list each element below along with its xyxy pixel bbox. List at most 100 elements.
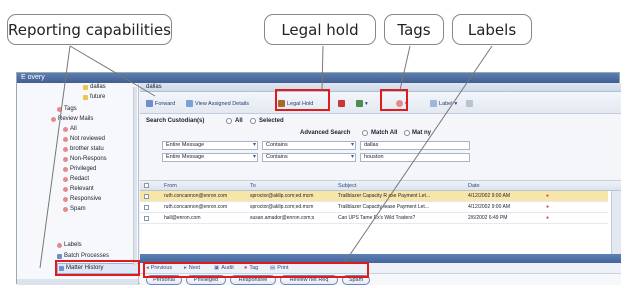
table-row[interactable]: hall@enron.com susan.amador@enron.com;s … xyxy=(140,213,608,224)
view-assigned-details-button[interactable]: View Assigned Details xyxy=(186,99,249,108)
flag-icon xyxy=(338,100,345,107)
tree-item-tags[interactable]: Tags xyxy=(57,105,77,113)
column-subject[interactable]: Subject xyxy=(338,183,356,189)
label-icon xyxy=(430,100,437,107)
table-row[interactable]: ruth.concannon@enron.com sproctor@akllp.… xyxy=(140,202,608,213)
flag-button[interactable] xyxy=(338,99,345,108)
app-title: E overy xyxy=(21,74,45,81)
tag-icon xyxy=(63,176,68,182)
tree-item-relevant[interactable]: Relevant xyxy=(63,185,94,193)
cell-to: sproctor@akllp.com;ed.mcm xyxy=(250,193,314,199)
tree-item-non-respons[interactable]: Non-Respons xyxy=(63,155,107,163)
cell-to: susan.amador@enron.com;s xyxy=(250,215,315,221)
cell-from: ruth.concannon@enron.com xyxy=(164,204,228,210)
match-all-radio[interactable] xyxy=(362,130,368,136)
tree-item-redact[interactable]: Redact xyxy=(63,175,89,183)
batch-icon xyxy=(57,253,62,259)
callout-legal-hold: Legal hold xyxy=(264,14,376,45)
export-button[interactable]: ▾ xyxy=(356,99,368,108)
tag-icon xyxy=(63,126,68,132)
highlight-labels xyxy=(143,262,369,278)
folder-icon xyxy=(83,94,88,100)
column-date[interactable]: Date xyxy=(468,183,480,189)
callout-labels: Labels xyxy=(452,14,532,45)
folder-icon xyxy=(83,84,88,90)
tag-icon xyxy=(63,206,68,212)
tree-item-privileged[interactable]: Privileged xyxy=(63,165,96,173)
print-icon-button[interactable] xyxy=(466,99,473,108)
tag-icon xyxy=(57,242,62,248)
tag-icon xyxy=(63,136,68,142)
label-menu-button[interactable]: Label ▾ xyxy=(430,99,457,108)
highlight-matter-history xyxy=(55,260,140,276)
grid-header: From To Subject Date xyxy=(140,181,621,191)
callout-reporting-capabilities: Reporting capabilities xyxy=(7,14,172,45)
tree-horizontal-scrollbar[interactable] xyxy=(17,279,138,285)
row-checkbox[interactable] xyxy=(144,205,149,210)
field-select-2[interactable]: Entire Message xyxy=(162,153,258,162)
match-all-label: Match All xyxy=(371,130,398,136)
all-label: All xyxy=(235,118,243,124)
value-input-2[interactable]: houston xyxy=(360,153,470,162)
tag-icon xyxy=(63,156,68,162)
grid-scrollbar[interactable] xyxy=(611,191,621,254)
select-all-checkbox[interactable] xyxy=(144,183,149,188)
table-row[interactable]: ruth.concannon@enron.com sproctor@akllp.… xyxy=(140,191,608,202)
cell-from: hall@enron.com xyxy=(164,215,201,221)
tag-icon xyxy=(63,186,68,192)
highlight-tags xyxy=(380,89,408,111)
forward-icon xyxy=(146,100,153,107)
tree-item-batch-processes[interactable]: Batch Processes xyxy=(57,252,109,260)
export-icon xyxy=(356,100,363,107)
cell-subject: Can UPS Tame Ex's Wild Traders? xyxy=(338,215,416,221)
message-grid: From To Subject Date ruth.concannon@enro… xyxy=(140,181,621,254)
people-icon xyxy=(186,100,193,107)
match-any-radio[interactable] xyxy=(404,130,410,136)
tree-item-spam[interactable]: Spam xyxy=(63,205,86,213)
selected-label: Selected xyxy=(259,118,284,124)
cell-to: sproctor@akllp.com;ed.mcm xyxy=(250,204,314,210)
title-bar: E overy xyxy=(17,73,619,83)
tag-icon xyxy=(57,106,62,112)
cell-date: 2/6/2002 6:49 PM xyxy=(468,215,508,221)
search-custodians-label: Search Custodian(s) xyxy=(146,118,205,124)
tree-item-responsive[interactable]: Responsive xyxy=(63,195,101,203)
selected-radio[interactable] xyxy=(250,118,256,124)
tag-icon xyxy=(63,166,68,172)
callout-tags: Tags xyxy=(384,14,444,45)
main-pane: dallas Forward View Assigned Details Leg… xyxy=(140,83,621,285)
match-any-label: Mat ny xyxy=(412,130,432,136)
tag-icon xyxy=(51,116,56,122)
row-checkbox[interactable] xyxy=(144,216,149,221)
tree-item-labels[interactable]: Labels xyxy=(57,241,82,249)
advanced-search-label: Advanced Search xyxy=(300,130,351,136)
printer-icon xyxy=(466,100,473,107)
tree-item-brother-statu[interactable]: brother statu xyxy=(63,145,104,153)
field-select-1[interactable]: Entire Message xyxy=(162,141,258,150)
column-to[interactable]: To xyxy=(250,183,256,189)
annotated-screenshot: Reporting capabilities Legal hold Tags L… xyxy=(0,0,630,288)
operator-select-1[interactable]: Contains xyxy=(262,141,356,150)
cell-date: 4/12/2002 9:00 AM xyxy=(468,204,510,210)
search-panel: Search Custodian(s) All Selected Advance… xyxy=(140,114,621,181)
tree-item-not-reviewed[interactable]: Not reviewed xyxy=(63,135,105,143)
cell-subject: Trailblazer Capacity R ase Payment Let..… xyxy=(338,193,431,199)
cell-from: ruth.concannon@enron.com xyxy=(164,193,228,199)
cell-date: 4/12/2002 9:00 AM xyxy=(468,193,510,199)
tree-item-future[interactable]: future xyxy=(83,93,105,101)
tree-scrollbar[interactable] xyxy=(133,87,137,265)
navigation-tree: dallas future Tags Review Mails All Not … xyxy=(17,83,139,285)
tag-icon: ● xyxy=(546,215,550,221)
tree-item-dallas[interactable]: dallas xyxy=(83,83,106,91)
forward-button[interactable]: Forward xyxy=(146,99,175,108)
tag-icon xyxy=(63,196,68,202)
tag-icon: ● xyxy=(546,193,550,199)
tag-icon xyxy=(63,146,68,152)
tree-item-all[interactable]: All xyxy=(63,125,77,133)
value-input-1[interactable]: dallas xyxy=(360,141,470,150)
operator-select-2[interactable]: Contains xyxy=(262,153,356,162)
tree-item-review-mails[interactable]: Review Mails xyxy=(51,115,93,123)
row-checkbox[interactable] xyxy=(144,194,149,199)
column-from[interactable]: From xyxy=(164,183,177,189)
all-radio[interactable] xyxy=(226,118,232,124)
